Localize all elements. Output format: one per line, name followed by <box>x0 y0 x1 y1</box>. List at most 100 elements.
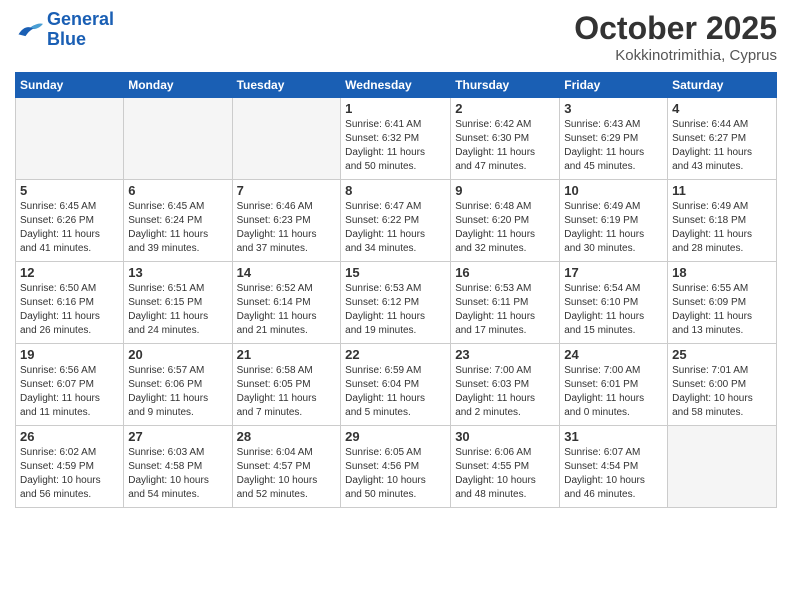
day-number: 6 <box>128 183 227 198</box>
day-info: Sunrise: 6:55 AM Sunset: 6:09 PM Dayligh… <box>672 282 772 338</box>
calendar-cell: 1Sunrise: 6:41 AM Sunset: 6:32 PM Daylig… <box>341 98 451 180</box>
calendar-cell: 17 Sunrise: 6:54 AM Sunset: 6:10 PM Dayli… <box>560 262 668 344</box>
logo-text: General Blue <box>47 10 114 50</box>
page-container: General Blue October 2025 Kokkinotrimith… <box>0 0 792 518</box>
day-number: 1 <box>345 101 446 116</box>
day-info: Sunrise: 6:57 AM Sunset: 6:06 PM Dayligh… <box>128 364 227 420</box>
day-number: 27 <box>128 429 227 444</box>
logo-line1: General <box>47 9 114 29</box>
calendar-cell <box>668 426 777 508</box>
calendar-cell: 22 Sunrise: 6:59 AM Sunset: 6:04 PM Dayli… <box>341 344 451 426</box>
calendar-week-row: 1Sunrise: 6:41 AM Sunset: 6:32 PM Daylig… <box>16 98 777 180</box>
calendar-cell: 21Sunrise: 6:58 AM Sunset: 6:05 PM Dayli… <box>232 344 341 426</box>
calendar-cell: 4Sunrise: 6:44 AM Sunset: 6:27 PM Daylig… <box>668 98 777 180</box>
calendar-week-row: 12Sunrise: 6:50 AM Sunset: 6:16 PM Dayli… <box>16 262 777 344</box>
calendar-table: SundayMondayTuesdayWednesdayThursdayFrid… <box>15 72 777 508</box>
day-number: 9 <box>455 183 555 198</box>
day-number: 18 <box>672 265 772 280</box>
calendar-cell: 5Sunrise: 6:45 AM Sunset: 6:26 PM Daylig… <box>16 180 124 262</box>
day-number: 11 <box>672 183 772 198</box>
calendar-week-row: 19 Sunrise: 6:56 AM Sunset: 6:07 PM Dayli… <box>16 344 777 426</box>
day-info: Sunrise: 6:58 AM Sunset: 6:05 PM Dayligh… <box>237 364 337 420</box>
logo-line2: Blue <box>47 29 86 49</box>
day-number: 29 <box>345 429 446 444</box>
calendar-cell <box>16 98 124 180</box>
weekday-header: Wednesday <box>341 73 451 98</box>
calendar-cell: 26 Sunrise: 6:02 AM Sunset: 4:59 PM Dayli… <box>16 426 124 508</box>
calendar-cell: 23 Sunrise: 7:00 AM Sunset: 6:03 PM Dayli… <box>451 344 560 426</box>
calendar-cell: 20Sunrise: 6:57 AM Sunset: 6:06 PM Dayli… <box>124 344 232 426</box>
day-info: Sunrise: 6:48 AM Sunset: 6:20 PM Dayligh… <box>455 200 555 256</box>
day-info: Sunrise: 6:45 AM Sunset: 6:24 PM Dayligh… <box>128 200 227 256</box>
day-number: 14 <box>237 265 337 280</box>
weekday-header: Friday <box>560 73 668 98</box>
day-number: 26 <box>20 429 119 444</box>
logo: General Blue <box>15 10 114 50</box>
calendar-cell: 16Sunrise: 6:53 AM Sunset: 6:11 PM Dayli… <box>451 262 560 344</box>
day-info: Sunrise: 6:04 AM Sunset: 4:57 PM Dayligh… <box>237 446 337 502</box>
logo-icon <box>15 18 43 42</box>
day-info: Sunrise: 7:01 AM Sunset: 6:00 PM Dayligh… <box>672 364 772 420</box>
calendar-cell: 10 Sunrise: 6:49 AM Sunset: 6:19 PM Dayli… <box>560 180 668 262</box>
day-number: 3 <box>564 101 663 116</box>
weekday-header: Monday <box>124 73 232 98</box>
day-info: Sunrise: 6:59 AM Sunset: 6:04 PM Dayligh… <box>345 364 446 420</box>
day-info: Sunrise: 6:07 AM Sunset: 4:54 PM Dayligh… <box>564 446 663 502</box>
day-number: 28 <box>237 429 337 444</box>
weekday-header: Tuesday <box>232 73 341 98</box>
calendar-cell: 24Sunrise: 7:00 AM Sunset: 6:01 PM Dayli… <box>560 344 668 426</box>
day-info: Sunrise: 6:54 AM Sunset: 6:10 PM Dayligh… <box>564 282 663 338</box>
title-block: October 2025 Kokkinotrimithia, Cyprus <box>574 10 777 64</box>
location: Kokkinotrimithia, Cyprus <box>574 47 777 64</box>
day-info: Sunrise: 6:49 AM Sunset: 6:19 PM Dayligh… <box>564 200 663 256</box>
day-info: Sunrise: 6:46 AM Sunset: 6:23 PM Dayligh… <box>237 200 337 256</box>
day-number: 24 <box>564 347 663 362</box>
day-info: Sunrise: 6:05 AM Sunset: 4:56 PM Dayligh… <box>345 446 446 502</box>
calendar-cell: 11 Sunrise: 6:49 AM Sunset: 6:18 PM Dayli… <box>668 180 777 262</box>
month-title: October 2025 <box>574 10 777 47</box>
day-number: 15 <box>345 265 446 280</box>
day-number: 10 <box>564 183 663 198</box>
day-number: 19 <box>20 347 119 362</box>
day-number: 31 <box>564 429 663 444</box>
day-info: Sunrise: 6:42 AM Sunset: 6:30 PM Dayligh… <box>455 118 555 174</box>
day-info: Sunrise: 6:52 AM Sunset: 6:14 PM Dayligh… <box>237 282 337 338</box>
day-info: Sunrise: 6:43 AM Sunset: 6:29 PM Dayligh… <box>564 118 663 174</box>
day-number: 22 <box>345 347 446 362</box>
day-number: 7 <box>237 183 337 198</box>
calendar-cell: 13Sunrise: 6:51 AM Sunset: 6:15 PM Dayli… <box>124 262 232 344</box>
day-info: Sunrise: 6:47 AM Sunset: 6:22 PM Dayligh… <box>345 200 446 256</box>
day-number: 25 <box>672 347 772 362</box>
day-info: Sunrise: 6:53 AM Sunset: 6:11 PM Dayligh… <box>455 282 555 338</box>
day-info: Sunrise: 7:00 AM Sunset: 6:03 PM Dayligh… <box>455 364 555 420</box>
day-info: Sunrise: 6:02 AM Sunset: 4:59 PM Dayligh… <box>20 446 119 502</box>
day-number: 30 <box>455 429 555 444</box>
calendar-cell: 27Sunrise: 6:03 AM Sunset: 4:58 PM Dayli… <box>124 426 232 508</box>
calendar-cell: 25 Sunrise: 7:01 AM Sunset: 6:00 PM Dayli… <box>668 344 777 426</box>
day-number: 4 <box>672 101 772 116</box>
calendar-cell: 2Sunrise: 6:42 AM Sunset: 6:30 PM Daylig… <box>451 98 560 180</box>
calendar-week-row: 26 Sunrise: 6:02 AM Sunset: 4:59 PM Dayli… <box>16 426 777 508</box>
calendar-cell: 18 Sunrise: 6:55 AM Sunset: 6:09 PM Dayli… <box>668 262 777 344</box>
calendar-cell: 3 Sunrise: 6:43 AM Sunset: 6:29 PM Daylig… <box>560 98 668 180</box>
day-info: Sunrise: 6:49 AM Sunset: 6:18 PM Dayligh… <box>672 200 772 256</box>
day-info: Sunrise: 6:56 AM Sunset: 6:07 PM Dayligh… <box>20 364 119 420</box>
day-number: 13 <box>128 265 227 280</box>
calendar-week-row: 5Sunrise: 6:45 AM Sunset: 6:26 PM Daylig… <box>16 180 777 262</box>
calendar-cell: 19 Sunrise: 6:56 AM Sunset: 6:07 PM Dayli… <box>16 344 124 426</box>
day-number: 23 <box>455 347 555 362</box>
day-number: 8 <box>345 183 446 198</box>
calendar-cell: 31 Sunrise: 6:07 AM Sunset: 4:54 PM Dayli… <box>560 426 668 508</box>
day-number: 17 <box>564 265 663 280</box>
calendar-cell: 14 Sunrise: 6:52 AM Sunset: 6:14 PM Dayli… <box>232 262 341 344</box>
day-info: Sunrise: 6:45 AM Sunset: 6:26 PM Dayligh… <box>20 200 119 256</box>
calendar-cell: 6 Sunrise: 6:45 AM Sunset: 6:24 PM Daylig… <box>124 180 232 262</box>
page-header: General Blue October 2025 Kokkinotrimith… <box>15 10 777 64</box>
day-number: 12 <box>20 265 119 280</box>
calendar-cell <box>232 98 341 180</box>
calendar-cell: 15 Sunrise: 6:53 AM Sunset: 6:12 PM Dayli… <box>341 262 451 344</box>
weekday-header: Thursday <box>451 73 560 98</box>
calendar-cell: 12Sunrise: 6:50 AM Sunset: 6:16 PM Dayli… <box>16 262 124 344</box>
day-info: Sunrise: 6:53 AM Sunset: 6:12 PM Dayligh… <box>345 282 446 338</box>
calendar-cell: 9 Sunrise: 6:48 AM Sunset: 6:20 PM Daylig… <box>451 180 560 262</box>
